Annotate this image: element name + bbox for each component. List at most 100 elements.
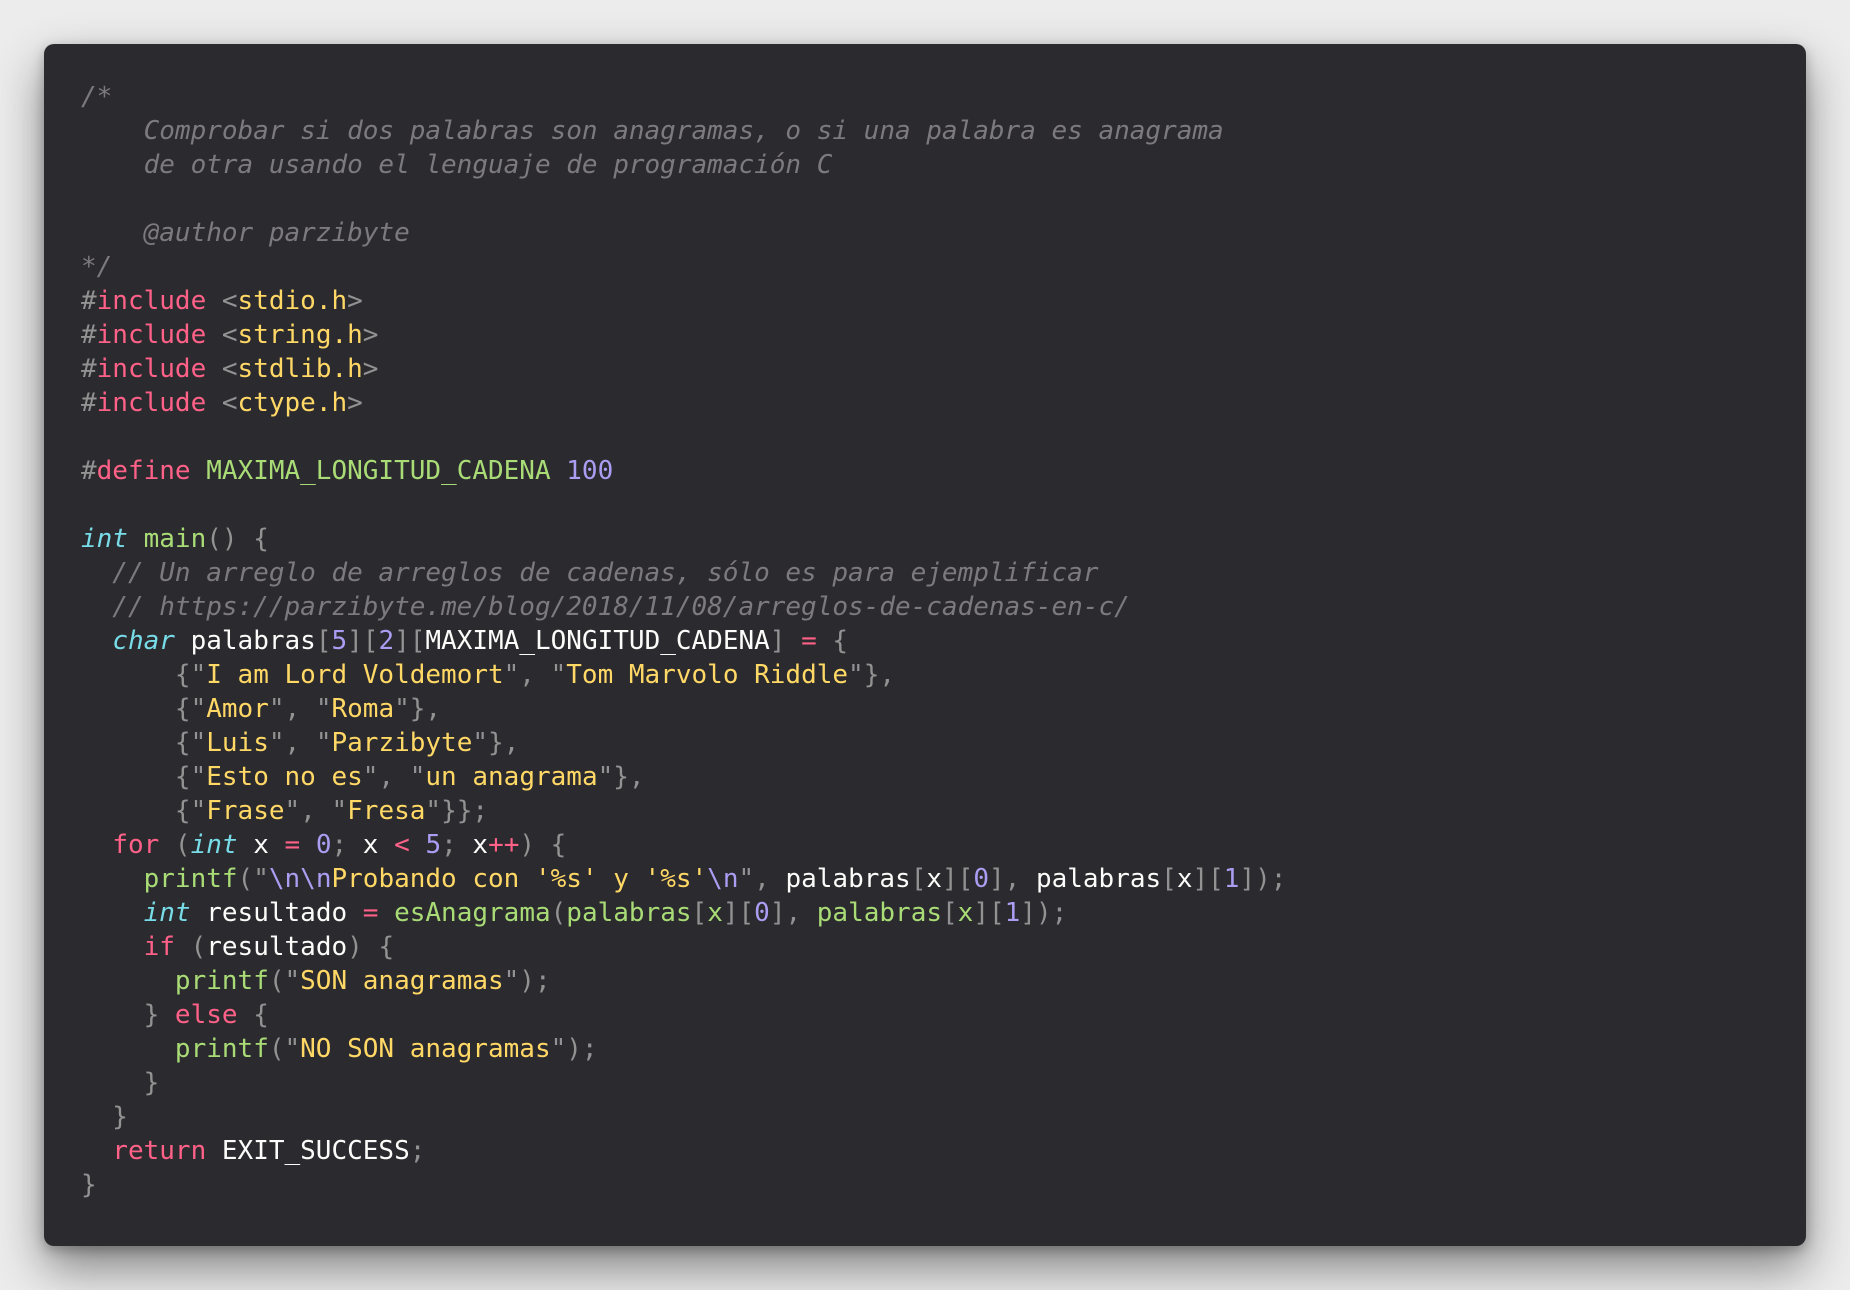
code-token: ", ": [362, 762, 426, 792]
code-token: EXIT_SUCCESS: [206, 1136, 410, 1166]
code-token: esAnagrama: [394, 898, 551, 928]
code-line: {"Amor", "Roma"},: [81, 692, 1786, 726]
code-token: ");: [550, 1034, 598, 1064]
code-line: #include <stdio.h>: [81, 284, 1786, 318]
code-token: define: [96, 456, 191, 486]
code-token: ", ": [268, 694, 332, 724]
code-token: >: [362, 320, 379, 350]
code-token: @author parzibyte: [81, 218, 410, 248]
code-token: =: [362, 898, 379, 928]
code-line: } else {: [81, 998, 1786, 1032]
code-token: <: [394, 830, 410, 860]
code-token: (: [159, 830, 191, 860]
code-line: {"Esto no es", "un anagrama"},: [81, 760, 1786, 794]
code-token: resultado: [190, 898, 363, 928]
code-token: string.h: [237, 320, 363, 350]
code-token: Fresa: [347, 796, 426, 826]
code-token: 100: [566, 456, 614, 486]
code-token: include: [96, 388, 207, 418]
code-token: }: [81, 1170, 97, 1200]
code-token: stdio.h: [237, 286, 348, 316]
code-line: if (resultado) {: [81, 930, 1786, 964]
code-line: // https://parzibyte.me/blog/2018/11/08/…: [81, 590, 1786, 624]
code-token: // Un arreglo de arreglos de cadenas, só…: [81, 558, 1099, 588]
code-line: }: [81, 1100, 1786, 1134]
code-token: }: [81, 1000, 175, 1030]
code-token: {": [81, 660, 207, 690]
code-token: un anagrama: [425, 762, 598, 792]
code-token: 0: [315, 830, 332, 860]
code-token: Tom Marvolo Riddle: [566, 660, 849, 690]
code-token: ++: [488, 830, 520, 860]
code-token: ][: [1192, 864, 1224, 894]
code-token: ;: [331, 830, 348, 860]
code-token: {": [81, 762, 207, 792]
code-token: ;: [441, 830, 457, 860]
code-token: Parzibyte: [331, 728, 473, 758]
code-token: (": [237, 864, 269, 894]
code-token: >: [362, 354, 379, 384]
code-token: #: [81, 388, 97, 418]
code-token: MAXIMA_LONGITUD_CADENA: [206, 456, 551, 486]
code-token: Frase: [206, 796, 285, 826]
code-token: #: [81, 286, 97, 316]
code-token: for: [112, 830, 160, 860]
code-token: \n\n: [268, 864, 332, 894]
code-token: ]: [769, 626, 802, 656]
code-token: ][: [394, 626, 426, 656]
code-line: de otra usando el lenguaje de programaci…: [81, 148, 1786, 182]
code-token: x: [347, 830, 395, 860]
code-token: ", ": [268, 728, 332, 758]
code-token: [: [1161, 864, 1177, 894]
code-token: /*: [81, 82, 113, 112]
code-token: {: [237, 1000, 269, 1030]
code-token: SON anagramas: [300, 966, 504, 996]
code-line: }: [81, 1168, 1786, 1202]
code-token: Amor: [206, 694, 269, 724]
code-line: Comprobar si dos palabras son anagramas,…: [81, 114, 1786, 148]
code-line: @author parzibyte: [81, 216, 1786, 250]
code-token: 0: [973, 864, 989, 894]
code-token: {": [81, 694, 207, 724]
code-token: ],: [988, 864, 1036, 894]
code-token: "},: [848, 660, 896, 690]
code-token: "}};: [425, 796, 489, 826]
code-token: }: [81, 1068, 160, 1098]
code-token: >: [347, 286, 363, 316]
code-token: ;: [409, 1136, 426, 1166]
code-token: () {: [206, 524, 269, 554]
code-token: =: [801, 626, 817, 656]
code-token: Luis: [206, 728, 269, 758]
code-line: /*: [81, 80, 1786, 114]
code-token: int: [81, 524, 128, 554]
code-line: ​: [81, 420, 1786, 454]
code-token: {": [81, 796, 207, 826]
code-token: Roma: [331, 694, 395, 724]
code-window: /* Comprobar si dos palabras son anagram…: [44, 44, 1806, 1246]
code-token: ][: [722, 898, 755, 928]
code-token: int: [190, 830, 238, 860]
code-token: #: [81, 354, 97, 384]
code-token: main: [143, 524, 207, 554]
code-token: printf: [174, 966, 269, 996]
code-token: de otra usando el lenguaje de programaci…: [81, 150, 833, 180]
code-token: ][: [347, 626, 379, 656]
code-token: ");: [503, 966, 551, 996]
code-token: else: [174, 1000, 238, 1030]
code-line: }: [81, 1066, 1786, 1100]
code-token: if: [143, 932, 175, 962]
code-token: 1: [1223, 864, 1240, 894]
code-token: printf: [143, 864, 238, 894]
code-token: "},: [472, 728, 520, 758]
code-line: #include <string.h>: [81, 318, 1786, 352]
code-token: (: [550, 898, 567, 928]
